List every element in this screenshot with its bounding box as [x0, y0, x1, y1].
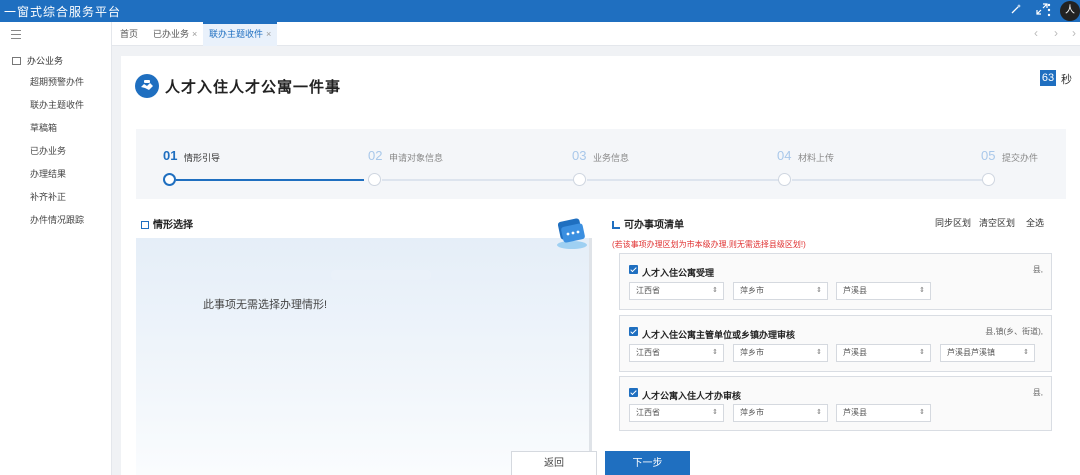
step-connector — [587, 179, 779, 181]
step-3-dot[interactable] — [573, 173, 586, 186]
tab-more-icon[interactable]: › — [1072, 26, 1076, 40]
page-title: 人才入住人才公寓一件事 — [165, 79, 342, 96]
item-title: 人才入住公寓受理 — [642, 268, 715, 278]
menu-icon[interactable] — [11, 30, 21, 42]
step-2-number: 02 — [368, 148, 383, 163]
app-title: 一窗式综合服务平台 — [4, 5, 122, 19]
city-select[interactable]: 萍乡市 ⇕ — [733, 404, 828, 422]
sidebar-item-drafts[interactable]: 草稿箱 — [30, 121, 57, 134]
clear-region-button[interactable]: 清空区划 — [979, 216, 1015, 229]
panel-decoration — [331, 270, 431, 280]
more-icon[interactable] — [1047, 3, 1051, 20]
select-all-button[interactable]: 全选 — [1026, 216, 1044, 229]
main-panel: 人才入住人才公寓一件事 63 秒 01 情形引导 02 申请对象信息 03 业务… — [121, 56, 1080, 475]
countdown-unit: 秒 — [1061, 74, 1072, 86]
checklist-item: 人才入住公寓受理 县, 江西省 ⇕ 萍乡市 ⇕ 芦溪县 ⇕ — [619, 253, 1052, 310]
chat-assistant-icon[interactable] — [554, 214, 590, 253]
step-3-label: 业务信息 — [593, 153, 630, 163]
tab-prev-icon[interactable]: ‹ — [1034, 26, 1038, 40]
step-3-number: 03 — [572, 148, 587, 163]
avatar[interactable]: 人 — [1060, 1, 1080, 21]
step-1-number: 01 — [163, 148, 178, 163]
city-select[interactable]: 萍乡市 ⇕ — [733, 344, 828, 362]
step-5-dot[interactable] — [982, 173, 995, 186]
tabs-bar: 首页 已办业务 × 联办主题收件 × ‹ › › — [112, 22, 1080, 46]
province-select[interactable]: 江西省 ⇕ — [629, 344, 724, 362]
item-level: 县, — [1032, 388, 1043, 397]
province-select[interactable]: 江西省 ⇕ — [629, 404, 724, 422]
county-select[interactable]: 芦溪县 ⇕ — [836, 344, 931, 362]
countdown-timer: 63 — [1040, 70, 1056, 86]
checklist-icon — [612, 221, 620, 229]
step-4-number: 04 — [777, 148, 792, 163]
step-5-label: 提交办件 — [1002, 153, 1039, 163]
sidebar-group-office[interactable]: 办公业务 — [12, 54, 63, 67]
situation-message: 此事项无需选择办理情形! — [203, 299, 328, 311]
item-checkbox[interactable] — [629, 265, 638, 274]
region-notice: (若该事项办理区划为市本级办理,则无需选择县级区划!) — [612, 240, 806, 249]
item-level: 县,镇(乡、街道), — [985, 327, 1043, 336]
item-checkbox[interactable] — [629, 327, 638, 336]
handshake-icon — [135, 74, 159, 98]
situation-panel: 此事项无需选择办理情形! — [136, 238, 592, 475]
step-connector — [792, 179, 983, 181]
close-icon[interactable]: × — [192, 29, 197, 39]
tab-home[interactable]: 首页 — [114, 22, 144, 46]
step-4-label: 材料上传 — [798, 153, 835, 163]
checklist-item: 人才入住公寓主管单位或乡镇办理审核 县,镇(乡、街道), 江西省 ⇕ 萍乡市 ⇕ 芦… — [619, 315, 1052, 372]
item-level: 县, — [1032, 265, 1043, 274]
item-title: 人才公寓入住人才办审核 — [642, 391, 742, 401]
step-progress: 01 情形引导 02 申请对象信息 03 业务信息 04 材料上传 05 提交办… — [136, 129, 1066, 199]
province-select[interactable]: 江西省 ⇕ — [629, 282, 724, 300]
sidebar-item-tracking[interactable]: 办件情况跟踪 — [30, 213, 84, 226]
step-1-dot[interactable] — [163, 173, 176, 186]
town-select[interactable]: 芦溪县芦溪镇 ⇕ — [940, 344, 1035, 362]
situation-section-title: 情形选择 — [141, 216, 193, 231]
sidebar-item-joint-theme[interactable]: 联办主题收件 — [30, 98, 84, 111]
step-5-number: 05 — [981, 148, 996, 163]
city-select[interactable]: 萍乡市 ⇕ — [733, 282, 828, 300]
top-bar: 一窗式综合服务平台 人 — [0, 0, 1080, 22]
close-icon[interactable]: × — [266, 29, 271, 39]
county-select[interactable]: 芦溪县 ⇕ — [836, 404, 931, 422]
list-icon — [141, 221, 149, 229]
building-icon — [12, 57, 21, 65]
tab-joint-theme[interactable]: 联办主题收件 × — [203, 22, 278, 46]
item-title: 人才入住公寓主管单位或乡镇办理审核 — [642, 330, 796, 340]
step-1-label: 情形引导 — [184, 153, 221, 163]
back-button[interactable]: 返回 — [511, 451, 597, 475]
sync-region-button[interactable]: 同步区划 — [935, 216, 971, 229]
sidebar-item-supplement[interactable]: 补齐补正 — [30, 190, 66, 203]
sidebar-item-done[interactable]: 已办业务 — [30, 144, 66, 157]
sidebar: 办公业务 超期预警办件 联办主题收件 草稿箱 已办业务 办理结果 补齐补正 办件… — [0, 22, 112, 475]
item-checkbox[interactable] — [629, 388, 638, 397]
step-2-label: 申请对象信息 — [389, 153, 444, 163]
sidebar-item-results[interactable]: 办理结果 — [30, 167, 66, 180]
step-connector — [382, 179, 574, 181]
wand-icon[interactable] — [1010, 3, 1022, 18]
checklist-item: 人才公寓入住人才办审核 县, 江西省 ⇕ 萍乡市 ⇕ 芦溪县 ⇕ — [619, 376, 1052, 431]
step-4-dot[interactable] — [778, 173, 791, 186]
county-select[interactable]: 芦溪县 ⇕ — [836, 282, 931, 300]
next-button[interactable]: 下一步 — [605, 451, 690, 475]
tab-done-business[interactable]: 已办业务 × — [147, 22, 203, 46]
checklist-section-title: 可办事项清单 — [612, 216, 684, 231]
sidebar-item-overdue[interactable]: 超期预警办件 — [30, 75, 84, 88]
tab-next-icon[interactable]: › — [1054, 26, 1058, 40]
step-connector — [176, 179, 364, 181]
step-2-dot[interactable] — [368, 173, 381, 186]
